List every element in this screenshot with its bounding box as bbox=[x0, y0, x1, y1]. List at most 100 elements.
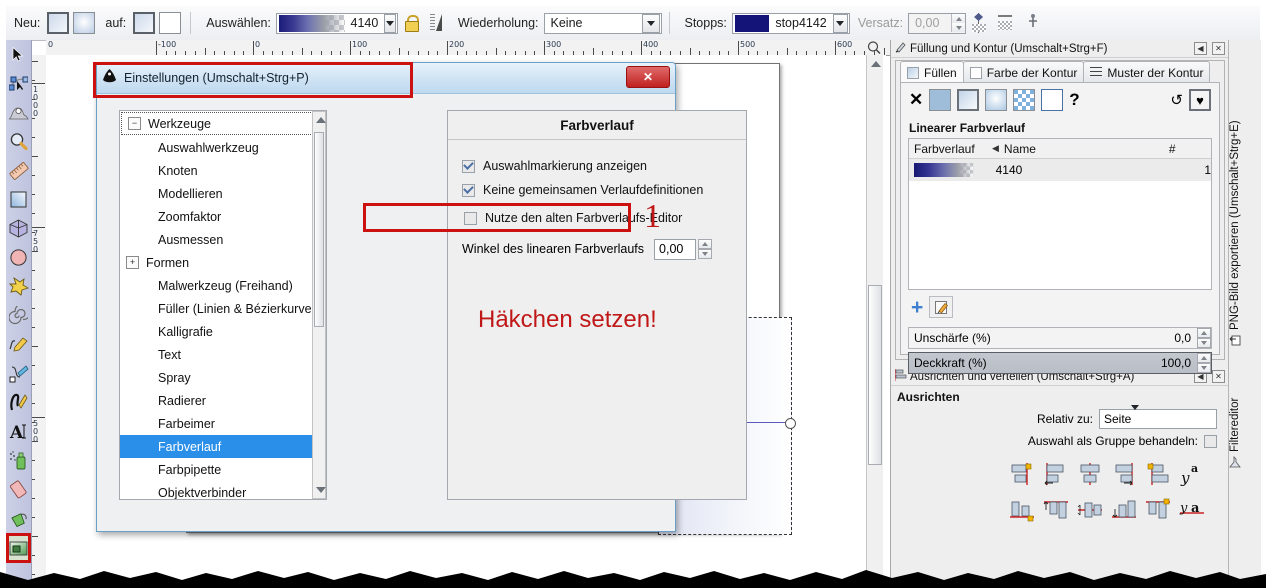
zoom-tool-icon[interactable] bbox=[6, 127, 31, 156]
collapse-icon[interactable]: − bbox=[128, 117, 141, 130]
tree-item-radierer[interactable]: Radierer bbox=[120, 389, 326, 412]
opacity-row[interactable]: Deckkraft (%) 100,0 bbox=[908, 352, 1212, 374]
gradient-select-combo[interactable]: 4140 bbox=[275, 12, 398, 34]
stepper-down-icon[interactable] bbox=[1197, 338, 1211, 348]
zoom-indicator-icon[interactable] bbox=[866, 40, 882, 55]
tweak-tool-icon[interactable] bbox=[6, 98, 31, 127]
edit-gradient-icon[interactable]: ↺ bbox=[1170, 91, 1183, 109]
center-on-horizontal-axis-icon[interactable] bbox=[1073, 492, 1107, 528]
offset-spinner[interactable]: 0,00 bbox=[908, 12, 967, 34]
scrollbar-up-arrow-icon[interactable] bbox=[871, 61, 881, 67]
offset-stepper[interactable] bbox=[951, 14, 966, 32]
pin-icon[interactable] bbox=[1024, 13, 1044, 33]
align-left-edges-to-right-anchor-icon[interactable] bbox=[1141, 456, 1175, 492]
align-top-to-bottom-anchor-icon[interactable] bbox=[1141, 492, 1175, 528]
gradient-end-handle[interactable] bbox=[785, 418, 796, 429]
new-linear-gradient-button[interactable] bbox=[47, 12, 70, 34]
align-right-edges-icon[interactable] bbox=[1107, 456, 1141, 492]
tree-item-kalligrafie[interactable]: Kalligrafie bbox=[120, 320, 326, 343]
treat-group-checkbox[interactable] bbox=[1204, 434, 1217, 448]
center-on-vertical-axis-icon[interactable] bbox=[1073, 456, 1107, 492]
reverse-gradient-icon[interactable] bbox=[428, 13, 446, 33]
tree-item-farbverlauf[interactable]: Farbverlauf bbox=[120, 435, 326, 458]
linear-gradient-icon[interactable] bbox=[957, 89, 980, 111]
rectangle-tool-icon[interactable] bbox=[6, 185, 31, 214]
angle-stepper[interactable] bbox=[698, 238, 713, 260]
stepper-down-icon[interactable] bbox=[952, 23, 966, 32]
calligraphy-tool-icon[interactable] bbox=[6, 388, 31, 417]
blur-stepper[interactable] bbox=[1197, 328, 1211, 348]
spray-tool-icon[interactable] bbox=[6, 446, 31, 475]
checkbox-row-no-shared-defs[interactable]: Keine gemeinsamen Verlaufdefinitionen bbox=[462, 178, 746, 202]
tab-stroke-paint[interactable]: Farbe der Kontur bbox=[962, 61, 1085, 83]
lock-icon[interactable] bbox=[402, 13, 420, 33]
fill-stroke-header[interactable]: Füllung und Kontur (Umschalt+Strg+F) ◀ ✕ bbox=[891, 40, 1229, 58]
checkbox-no-shared-defs[interactable] bbox=[462, 183, 475, 197]
align-top-edges-icon[interactable] bbox=[1039, 492, 1073, 528]
stops-combo[interactable]: stop4142 bbox=[731, 12, 850, 34]
eraser-tool-icon[interactable] bbox=[6, 475, 31, 504]
expand-icon[interactable]: + bbox=[126, 256, 139, 269]
tree-item-knoten[interactable]: Knoten bbox=[120, 159, 326, 182]
opacity-stepper[interactable] bbox=[1197, 353, 1211, 373]
tree-item-ausmessen[interactable]: Ausmessen bbox=[120, 228, 326, 251]
tab-stroke-style[interactable]: Muster der Kontur bbox=[1083, 61, 1211, 83]
selector-tool-icon[interactable] bbox=[6, 40, 31, 69]
preferences-tree[interactable]: − Werkzeuge Auswahlwerkzeug Knoten Modellier… bbox=[119, 110, 327, 500]
tree-item-zoomfaktor[interactable]: Zoomfaktor bbox=[120, 205, 326, 228]
align-left-edges-icon[interactable] bbox=[1039, 456, 1073, 492]
spiral-tool-icon[interactable] bbox=[6, 301, 31, 330]
tree-item-farbpipette[interactable]: Farbpipette bbox=[120, 458, 326, 481]
stepper-down-icon[interactable] bbox=[1197, 363, 1211, 373]
swatch-icon[interactable] bbox=[1041, 89, 1064, 111]
scroll-down-icon[interactable] bbox=[316, 487, 326, 493]
vtab-export-png[interactable]: PNG-Bild exportieren (Umschalt+Strg+E) bbox=[1229, 40, 1241, 352]
text-anchor-vertical-icon[interactable]: ay bbox=[1175, 456, 1209, 492]
align-right-edges-to-left-anchor-icon[interactable] bbox=[1005, 456, 1039, 492]
measure-tool-icon[interactable] bbox=[6, 156, 31, 185]
canvas-vertical-scrollbar[interactable] bbox=[866, 55, 883, 588]
stepper-up-icon[interactable] bbox=[1197, 328, 1211, 338]
fill-rule-icon[interactable]: ♥ bbox=[1189, 89, 1211, 111]
new-radial-gradient-button[interactable] bbox=[73, 12, 96, 34]
text-baseline-horizontal-icon[interactable]: ya bbox=[1175, 492, 1209, 528]
tree-scrollbar-thumb[interactable] bbox=[314, 132, 324, 327]
pencil-tool-icon[interactable] bbox=[6, 330, 31, 359]
bezier-tool-icon[interactable] bbox=[6, 359, 31, 388]
close-icon[interactable]: ✕ bbox=[626, 66, 670, 88]
stepper-up-icon[interactable] bbox=[1197, 353, 1211, 363]
scrollbar-thumb[interactable] bbox=[868, 285, 882, 465]
ellipse-tool-icon[interactable] bbox=[6, 243, 31, 272]
relative-to-combo[interactable]: Seite bbox=[1099, 405, 1217, 429]
gradient-on-fill-button[interactable] bbox=[133, 12, 156, 34]
align-bottom-edges-icon[interactable] bbox=[1107, 492, 1141, 528]
preferences-dialog[interactable]: Einstellungen (Umschalt+Strg+P) ✕ − Werkz… bbox=[96, 62, 747, 532]
add-gradient-button[interactable]: + bbox=[911, 297, 923, 318]
close-icon[interactable]: ✕ bbox=[1212, 42, 1225, 55]
tree-scrollbar[interactable] bbox=[312, 111, 326, 499]
tree-item-spray[interactable]: Spray bbox=[120, 366, 326, 389]
tree-item-text[interactable]: Text bbox=[120, 343, 326, 366]
checkbox-row-show-selection[interactable]: Auswahlmarkierung anzeigen bbox=[462, 154, 746, 178]
stepper-down-icon[interactable] bbox=[698, 248, 713, 259]
radial-gradient-icon[interactable] bbox=[985, 89, 1008, 111]
checkbox-show-selection[interactable] bbox=[462, 159, 475, 173]
tree-item-modellieren[interactable]: Modellieren bbox=[120, 182, 326, 205]
tree-item-auswahlwerkzeug[interactable]: Auswahlwerkzeug bbox=[120, 136, 326, 159]
vtab-filter-editor[interactable]: Filtereditor bbox=[1229, 352, 1241, 474]
table-row[interactable]: 4140 1 bbox=[909, 159, 1211, 181]
text-tool-icon[interactable]: A bbox=[6, 417, 31, 446]
align-bottom-to-top-anchor-icon[interactable] bbox=[1005, 492, 1039, 528]
insert-stop-icon[interactable] bbox=[969, 12, 989, 34]
collapse-icon[interactable]: ◀ bbox=[1194, 42, 1207, 55]
repeat-combo[interactable]: Keine bbox=[543, 12, 662, 34]
flat-color-icon[interactable] bbox=[929, 89, 952, 111]
tree-item-malwerkzeug-freihand[interactable]: Malwerkzeug (Freihand) bbox=[120, 274, 326, 297]
star-tool-icon[interactable] bbox=[6, 272, 31, 301]
gradient-on-stroke-button[interactable] bbox=[159, 12, 182, 34]
node-tool-icon[interactable] bbox=[6, 69, 31, 98]
stepper-up-icon[interactable] bbox=[952, 14, 966, 23]
box3d-tool-icon[interactable] bbox=[6, 214, 31, 243]
paintbucket-tool-icon[interactable] bbox=[6, 504, 31, 533]
chevron-down-icon[interactable] bbox=[832, 13, 848, 33]
